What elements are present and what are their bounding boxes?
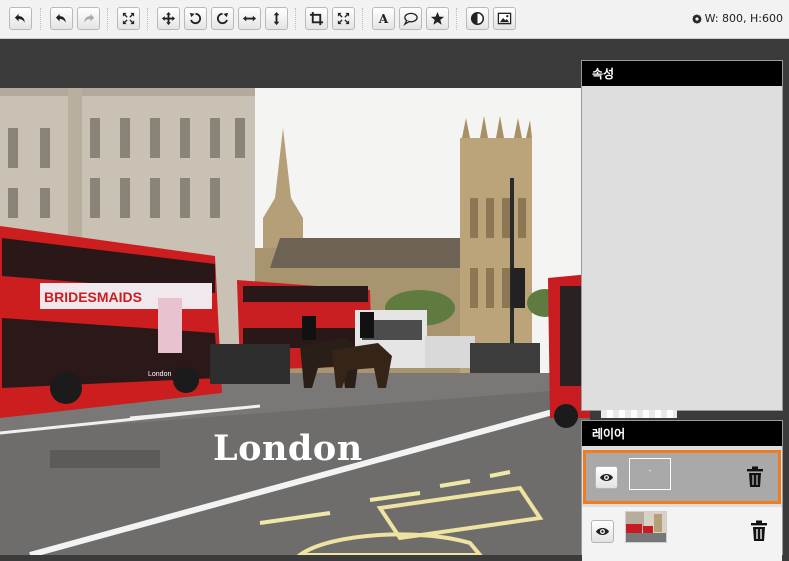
flip-horizontal-icon — [242, 15, 257, 22]
eye-icon — [595, 527, 610, 536]
reset-icon — [14, 13, 25, 23]
toolbar-separator — [40, 8, 41, 30]
redo-button[interactable] — [77, 7, 100, 30]
text-icon: A — [378, 12, 389, 26]
rotate-right-icon — [216, 12, 229, 25]
svg-text:A: A — [378, 12, 389, 26]
layer-thumbnail — [625, 511, 667, 543]
properties-panel: 속성 — [581, 60, 783, 411]
toolbar-separator — [362, 8, 363, 30]
move-icon — [161, 11, 176, 26]
flip-vertical-button[interactable] — [265, 7, 288, 30]
eye-icon — [599, 473, 614, 482]
visibility-toggle[interactable] — [591, 520, 614, 543]
speech-bubble-icon — [403, 12, 418, 26]
bus-brand-text: London — [148, 371, 171, 378]
visibility-toggle[interactable] — [595, 466, 618, 489]
properties-panel-title: 속성 — [582, 61, 782, 86]
dimensions-text: W: 800, H:600 — [704, 12, 783, 25]
trash-icon[interactable] — [746, 466, 764, 488]
rotate-left-button[interactable] — [184, 7, 207, 30]
fit-button[interactable] — [117, 7, 140, 30]
toolbar-separator — [107, 8, 108, 30]
layers-panel: 레이어 - — [581, 420, 783, 561]
layers-panel-title: 레이어 — [582, 421, 782, 446]
redo-icon — [84, 13, 95, 23]
canvas-image[interactable]: BRIDESMAIDS London London — [0, 88, 590, 555]
gear-icon — [691, 13, 702, 24]
undo-button[interactable] — [50, 7, 73, 30]
rotate-left-icon — [189, 12, 202, 25]
contrast-icon — [470, 11, 485, 26]
contrast-button[interactable] — [466, 7, 489, 30]
transparency-strip — [601, 410, 677, 418]
undo-icon — [55, 13, 66, 23]
bus-sign-text: BRIDESMAIDS — [44, 289, 142, 305]
photo-thumbnail-image — [626, 512, 666, 542]
overlay-text-layer[interactable]: London — [213, 428, 363, 469]
resize-icon — [337, 12, 350, 25]
star-icon — [430, 11, 445, 25]
flip-vertical-icon — [273, 11, 280, 26]
crop-icon — [309, 11, 324, 26]
toolbar-separator — [295, 8, 296, 30]
flip-horizontal-button[interactable] — [238, 7, 261, 30]
rotate-right-button[interactable] — [211, 7, 234, 30]
star-button[interactable] — [426, 7, 449, 30]
london-street-photo: BRIDESMAIDS London — [0, 88, 590, 555]
fit-icon — [122, 12, 135, 25]
layer-row-image[interactable] — [582, 507, 782, 561]
image-button[interactable] — [493, 7, 516, 30]
layer-row-text[interactable]: - — [583, 450, 781, 504]
layer-thumbnail: - — [629, 458, 671, 490]
toolbar-separator — [147, 8, 148, 30]
move-button[interactable] — [157, 7, 180, 30]
trash-icon[interactable] — [750, 520, 768, 542]
toolbar-separator — [456, 8, 457, 30]
reset-button[interactable] — [9, 7, 32, 30]
resize-button[interactable] — [332, 7, 355, 30]
canvas-dimensions: W: 800, H:600 — [691, 12, 783, 25]
toolbar: A W: 800, H:600 — [0, 0, 789, 39]
speech-bubble-button[interactable] — [399, 7, 422, 30]
image-icon — [497, 12, 512, 25]
text-button[interactable]: A — [372, 7, 395, 30]
crop-button[interactable] — [305, 7, 328, 30]
